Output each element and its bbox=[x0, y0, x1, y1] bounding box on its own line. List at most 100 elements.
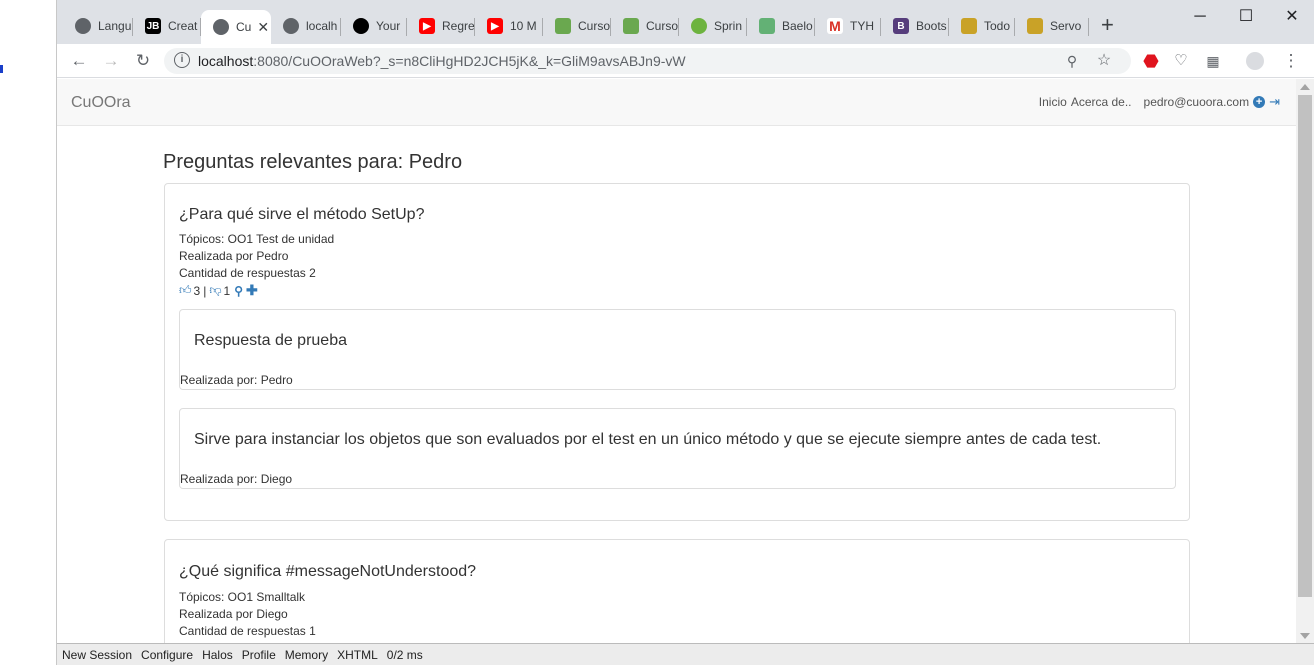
new-tab-button[interactable]: + bbox=[1101, 12, 1114, 38]
todo-icon bbox=[961, 18, 977, 34]
answer-text: Respuesta de prueba bbox=[194, 332, 347, 349]
adblock-icon[interactable]: ⬣ bbox=[1139, 49, 1163, 73]
tab-label: Langu bbox=[98, 19, 132, 33]
question-title[interactable]: ¿Qué significa #messageNotUnderstood? bbox=[179, 563, 476, 581]
question-topics: Tópicos: OO1 Test de unidad bbox=[179, 232, 335, 246]
jb-icon: JB bbox=[145, 18, 161, 34]
plus-icon[interactable]: ✚ bbox=[246, 282, 258, 299]
tab-curso-2[interactable]: Curso bbox=[611, 10, 679, 42]
question-card: ¿Para qué sirve el método SetUp? Tópicos… bbox=[164, 183, 1190, 521]
memory-link[interactable]: Memory bbox=[285, 648, 328, 662]
tab-label: Todo bbox=[984, 19, 1011, 33]
xhtml-link[interactable]: XHTML bbox=[337, 648, 378, 662]
tab-label: Boots bbox=[916, 19, 947, 33]
info-icon[interactable]: i bbox=[174, 52, 190, 68]
tab-regre[interactable]: ▶ Regre bbox=[407, 10, 475, 42]
minimize-button[interactable]: ─ bbox=[1177, 4, 1223, 30]
avatar[interactable] bbox=[1243, 49, 1267, 73]
forward-icon[interactable]: → bbox=[99, 49, 123, 73]
brand-link[interactable]: CuOOra bbox=[71, 94, 131, 112]
nav-link-acerca[interactable]: Acerca de.. bbox=[1071, 95, 1132, 109]
logout-icon[interactable]: ⇥ bbox=[1269, 94, 1280, 110]
tab-your[interactable]: Your bbox=[341, 10, 407, 42]
maximize-button[interactable]: ☐ bbox=[1223, 4, 1269, 30]
halos-link[interactable]: Halos bbox=[202, 648, 233, 662]
todo-icon bbox=[1027, 18, 1043, 34]
scroll-up-icon[interactable] bbox=[1300, 84, 1310, 90]
render-time: 0/2 ms bbox=[386, 647, 423, 662]
nav-link-inicio[interactable]: Inicio bbox=[1039, 95, 1067, 109]
answer-card: Sirve para instanciar los objetos que so… bbox=[179, 408, 1176, 489]
tab-tyh[interactable]: M TYH bbox=[815, 10, 881, 42]
configure-link[interactable]: Configure bbox=[141, 648, 193, 662]
tab-curso-1[interactable]: Curso bbox=[543, 10, 611, 42]
tab-label: Curso bbox=[578, 19, 611, 33]
course-icon bbox=[555, 18, 571, 34]
tab-creat[interactable]: JB Creat bbox=[133, 10, 201, 42]
pocket-icon[interactable]: ♡ bbox=[1169, 49, 1193, 73]
question-topics: Tópicos: OO1 Smalltalk bbox=[179, 590, 306, 604]
address-bar[interactable]: i localhost:8080/CuOOraWeb?_s=n8CliHgHD2… bbox=[164, 48, 1131, 74]
profile-link[interactable]: Profile bbox=[242, 648, 276, 662]
github-icon bbox=[353, 18, 369, 34]
page-scrollbar[interactable] bbox=[1296, 79, 1314, 644]
page-title: Preguntas relevantes para: Pedro bbox=[163, 151, 463, 173]
question-card: ¿Qué significa #messageNotUnderstood? Tó… bbox=[164, 539, 1190, 644]
globe-icon bbox=[75, 18, 91, 34]
answer-text: Sirve para instanciar los objetos que so… bbox=[194, 431, 1102, 448]
baeldung-icon bbox=[759, 18, 775, 34]
thumbs-up-icon[interactable]: 👍︎ bbox=[179, 283, 192, 298]
question-answers-count: Cantidad de respuestas 1 bbox=[179, 624, 316, 638]
youtube-icon: ▶ bbox=[487, 18, 503, 34]
tab-boots[interactable]: B Boots bbox=[881, 10, 949, 42]
question-actions: 👍︎ 3 | 👎︎ 1 ⚲ ✚ bbox=[179, 282, 258, 299]
browser-toolbar: ← → ↻ i localhost:8080/CuOOraWeb?_s=n8Cl… bbox=[57, 44, 1314, 78]
course-icon bbox=[623, 18, 639, 34]
spring-icon bbox=[691, 18, 707, 34]
tab-10m[interactable]: ▶ 10 M bbox=[475, 10, 543, 42]
tab-label: Cu bbox=[236, 20, 252, 34]
tab-sprin[interactable]: Sprin bbox=[679, 10, 747, 42]
question-author: Realizada por Diego bbox=[179, 607, 288, 621]
tab-label: Sprin bbox=[714, 19, 743, 33]
tab-label: Creat bbox=[168, 19, 198, 33]
back-icon[interactable]: ← bbox=[67, 49, 91, 73]
bootstrap-icon: B bbox=[893, 18, 909, 34]
tab-label: Curso bbox=[646, 19, 679, 33]
scroll-down-icon[interactable] bbox=[1300, 633, 1310, 639]
tab-langu[interactable]: Langu bbox=[63, 10, 133, 42]
url-text: localhost:8080/CuOOraWeb?_s=n8CliHgHD2JC… bbox=[198, 53, 686, 69]
question-title[interactable]: ¿Para qué sirve el método SetUp? bbox=[179, 206, 424, 224]
navbar-right: Inicio Acerca de.. pedro@cuoora.com + ⇥ bbox=[1035, 94, 1280, 110]
tab-label: Regre bbox=[442, 19, 475, 33]
extension-icon[interactable]: ▦ bbox=[1201, 49, 1225, 73]
desktop-marker bbox=[0, 65, 3, 73]
question-answers-count: Cantidad de respuestas 2 bbox=[179, 266, 316, 280]
thumbs-down-icon[interactable]: 👎︎ bbox=[209, 283, 221, 298]
zoom-icon[interactable]: ⚲ bbox=[1060, 49, 1084, 73]
tab-label: 10 M bbox=[510, 19, 537, 33]
tab-strip: Langu JB Creat Cu ✕ localh Your ▶ Regre … bbox=[57, 0, 1314, 44]
add-question-icon[interactable]: + bbox=[1253, 96, 1266, 108]
tab-label: Baelo bbox=[782, 19, 813, 33]
tab-localh[interactable]: localh bbox=[271, 10, 341, 42]
tab-todo[interactable]: Todo bbox=[949, 10, 1015, 42]
search-icon[interactable]: ⚲ bbox=[234, 284, 243, 298]
navbar: CuOOra Inicio Acerca de.. pedro@cuoora.c… bbox=[57, 79, 1296, 126]
tab-servo[interactable]: Servo bbox=[1015, 10, 1089, 42]
seaside-toolbar: New Session Configure Halos Profile Memo… bbox=[57, 643, 1314, 665]
answer-author: Realizada por: Diego bbox=[180, 472, 293, 486]
reload-icon[interactable]: ↻ bbox=[131, 49, 155, 73]
close-window-button[interactable]: ✕ bbox=[1269, 4, 1314, 30]
menu-icon[interactable]: ⋮ bbox=[1279, 49, 1303, 73]
tab-baeld[interactable]: Baelo bbox=[747, 10, 815, 42]
tab-cuoora[interactable]: Cu ✕ bbox=[201, 10, 271, 44]
globe-icon bbox=[213, 19, 229, 35]
question-author: Realizada por Pedro bbox=[179, 249, 289, 263]
close-tab-icon[interactable]: ✕ bbox=[257, 19, 269, 36]
user-email[interactable]: pedro@cuoora.com bbox=[1144, 95, 1250, 109]
globe-icon bbox=[283, 18, 299, 34]
scrollbar-thumb[interactable] bbox=[1298, 95, 1312, 597]
new-session-link[interactable]: New Session bbox=[62, 648, 132, 662]
star-icon[interactable]: ☆ bbox=[1092, 49, 1116, 73]
